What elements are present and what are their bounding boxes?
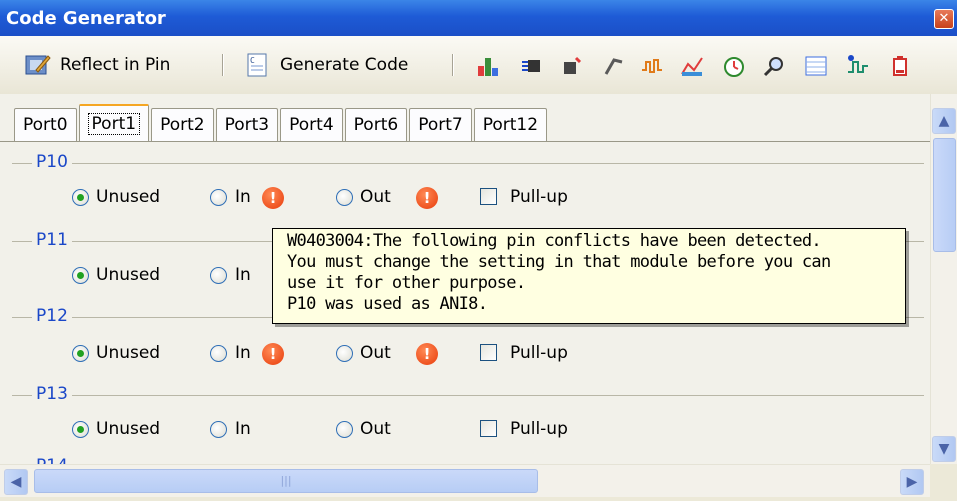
warning-icon[interactable]: ! <box>262 187 284 209</box>
group-p13: P13 <box>0 384 930 406</box>
group-label: P13 <box>32 384 72 404</box>
warning-icon[interactable]: ! <box>416 187 438 209</box>
timer-icon[interactable] <box>722 54 746 78</box>
vertical-scroll-thumb[interactable] <box>933 138 956 252</box>
tab-port3[interactable]: Port3 <box>215 108 279 141</box>
group-p14: P14 <box>0 456 930 464</box>
tab-port2[interactable]: Port2 <box>151 108 214 141</box>
unused-label: Unused <box>96 343 161 363</box>
title-bar: Code Generator ✕ <box>0 0 957 36</box>
horizontal-scrollbar[interactable]: ◀ ||| ▶ <box>0 464 930 497</box>
tooltip-line: P10 was used as ANI8. <box>287 294 488 314</box>
scrollbar-corner <box>930 464 957 501</box>
out-radio[interactable] <box>336 345 353 362</box>
pullup-label: Pull-up <box>510 343 568 363</box>
scroll-left-button[interactable]: ◀ <box>4 469 28 495</box>
options-p10: Unused In ! Out ! Pull-up <box>0 184 930 214</box>
tooltip-line: use it for other purpose. <box>287 273 526 293</box>
toolbar-separator <box>452 54 454 76</box>
options-p13: Unused In Out Pull-up <box>0 416 930 446</box>
unused-radio[interactable] <box>72 345 89 362</box>
pin-conflict-tooltip: W0403004:The following pin conflicts hav… <box>272 228 906 324</box>
generate-code-button[interactable]: C Generate Code <box>244 50 408 80</box>
code-icon[interactable] <box>602 54 626 78</box>
vertical-scrollbar[interactable]: ▲ ▼ <box>930 94 957 464</box>
reflect-pin-icon <box>24 52 52 78</box>
pullup-checkbox[interactable] <box>480 420 497 437</box>
pullup-checkbox[interactable] <box>480 188 497 205</box>
in-label: In <box>235 419 251 439</box>
tab-port7[interactable]: Port7 <box>409 108 472 141</box>
group-label: P14 <box>32 456 72 464</box>
pin-view-icon[interactable] <box>476 54 500 78</box>
close-icon[interactable]: ✕ <box>934 9 954 29</box>
group-label: P12 <box>32 306 72 326</box>
generate-code-icon: C <box>244 52 272 78</box>
pin-list-icon[interactable] <box>520 54 544 78</box>
group-p10: P10 <box>0 152 930 174</box>
options-p12: Unused In ! Out ! Pull-up <box>0 340 930 370</box>
battery-icon[interactable] <box>888 54 912 78</box>
pullup-label: Pull-up <box>510 187 568 207</box>
toolbar-separator <box>222 54 224 76</box>
out-radio[interactable] <box>336 421 353 438</box>
in-label: In <box>235 187 251 207</box>
tab-port0[interactable]: Port0 <box>14 108 77 141</box>
reflect-in-pin-label: Reflect in Pin <box>60 55 171 75</box>
device-icon[interactable] <box>560 54 584 78</box>
scroll-down-button[interactable]: ▼ <box>932 436 956 462</box>
warning-icon[interactable]: ! <box>416 343 438 365</box>
in-radio[interactable] <box>210 189 227 206</box>
svg-text:C: C <box>250 56 255 65</box>
tooltip-line: You must change the setting in that modu… <box>287 252 831 272</box>
tab-divider <box>0 141 930 142</box>
warning-icon[interactable]: ! <box>262 343 284 365</box>
pullup-checkbox[interactable] <box>480 344 497 361</box>
out-label: Out <box>360 419 391 439</box>
in-label: In <box>235 343 251 363</box>
search-icon[interactable] <box>762 54 786 78</box>
signal-icon[interactable] <box>846 54 870 78</box>
unused-radio[interactable] <box>72 421 89 438</box>
group-label: P11 <box>32 230 72 250</box>
pullup-label: Pull-up <box>510 419 568 439</box>
in-radio[interactable] <box>210 267 227 284</box>
table-icon[interactable] <box>804 54 828 78</box>
tab-port6[interactable]: Port6 <box>344 108 408 141</box>
horizontal-scroll-thumb[interactable]: ||| <box>34 469 538 493</box>
toolbar: Reflect in Pin C Generate Code <box>0 36 957 95</box>
group-label: P10 <box>32 152 72 172</box>
unused-label: Unused <box>96 265 161 285</box>
tab-port1[interactable]: Port1 <box>78 104 150 142</box>
in-radio[interactable] <box>210 345 227 362</box>
scroll-up-button[interactable]: ▲ <box>932 108 956 134</box>
waveform-icon[interactable] <box>640 54 664 78</box>
port-tabs: Port0 Port1 Port2 Port3 Port4 Port6 Port… <box>14 104 549 142</box>
out-label: Out <box>360 343 391 363</box>
in-radio[interactable] <box>210 421 227 438</box>
tab-port12[interactable]: Port12 <box>473 108 548 141</box>
analyzer-icon[interactable] <box>680 54 704 78</box>
unused-label: Unused <box>96 419 161 439</box>
unused-radio[interactable] <box>72 189 89 206</box>
window-title: Code Generator <box>6 8 166 29</box>
unused-label: Unused <box>96 187 161 207</box>
out-label: Out <box>360 187 391 207</box>
reflect-in-pin-button[interactable]: Reflect in Pin <box>24 50 170 80</box>
in-label: In <box>235 265 251 285</box>
out-radio[interactable] <box>336 189 353 206</box>
unused-radio[interactable] <box>72 267 89 284</box>
scroll-right-button[interactable]: ▶ <box>900 469 924 495</box>
tooltip-line: W0403004:The following pin conflicts hav… <box>287 231 822 251</box>
tab-port4[interactable]: Port4 <box>280 108 343 141</box>
generate-code-label: Generate Code <box>280 55 409 75</box>
